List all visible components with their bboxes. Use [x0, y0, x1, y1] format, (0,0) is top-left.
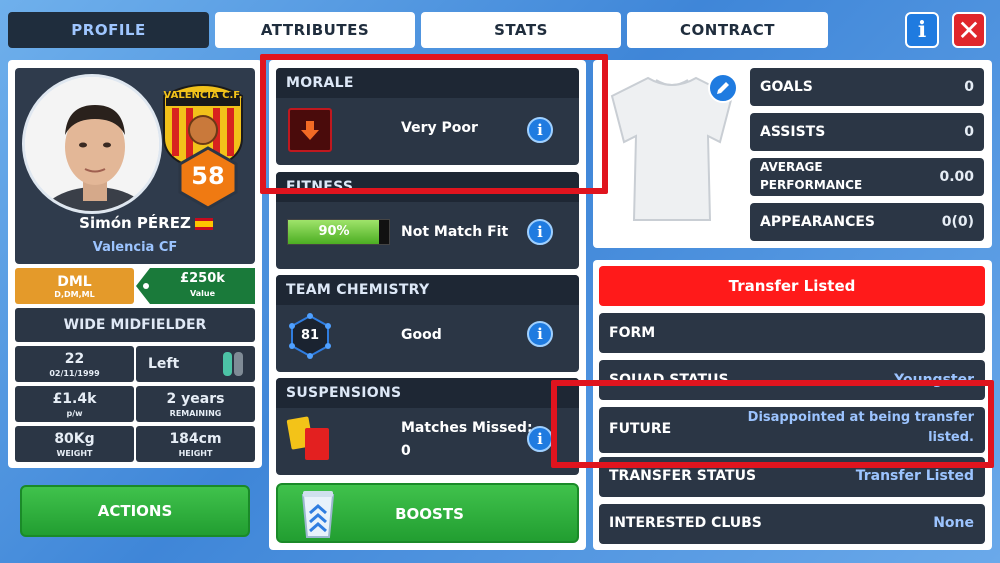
- position-code: DML: [57, 273, 92, 290]
- player-role: WIDE MIDFIELDER: [15, 308, 255, 342]
- highlight-box-morale: [260, 54, 608, 194]
- transfer-listed-banner: Transfer Listed: [599, 266, 985, 306]
- contract-value: 2 years: [166, 390, 225, 407]
- tab-profile[interactable]: PROFILE: [8, 12, 209, 48]
- appearances-label: APPEARANCES: [760, 214, 876, 230]
- highlight-box-future: [551, 380, 994, 468]
- suspensions-info-icon[interactable]: i: [527, 426, 553, 452]
- height-cell: 184cm HEIGHT: [136, 426, 255, 462]
- chemistry-status: Good: [401, 327, 442, 343]
- rating-badge: 58: [176, 146, 240, 210]
- avg-label-1: AVERAGE: [760, 160, 823, 174]
- wage-label: p/w: [66, 408, 83, 418]
- wage-cell: £1.4k p/w: [15, 386, 134, 422]
- position-badge: DML D,DM,ML: [15, 268, 134, 304]
- transfer-status-label: TRANSFER STATUS: [609, 468, 757, 484]
- foot-cell: Left: [136, 346, 255, 382]
- tab-stats[interactable]: STATS: [421, 12, 621, 48]
- position-list: D,DM,ML: [54, 289, 95, 299]
- age-value: 22: [64, 350, 85, 367]
- boosts-label: BOOSTS: [395, 505, 464, 523]
- chemistry-info-icon[interactable]: i: [527, 321, 553, 347]
- chemistry-network-icon: 81: [287, 313, 333, 359]
- avatar: [22, 74, 162, 214]
- weight-cell: 80Kg WEIGHT: [15, 426, 134, 462]
- avg-value: 0.00: [939, 169, 974, 185]
- chemistry-title: TEAM CHEMISTRY: [276, 275, 579, 305]
- close-icon[interactable]: ✕: [952, 12, 986, 48]
- interested-clubs-label: INTERESTED CLUBS: [609, 515, 762, 531]
- fitness-bar: 90%: [287, 219, 390, 245]
- goals-label: GOALS: [760, 79, 813, 95]
- foot-value: Left: [148, 356, 180, 372]
- edit-kit-icon[interactable]: [708, 73, 738, 103]
- goals-value: 0: [964, 79, 974, 95]
- assists-value: 0: [964, 124, 974, 140]
- fitness-percent: 90%: [318, 224, 350, 239]
- matches-missed-value: 0: [401, 443, 411, 459]
- actions-button[interactable]: ACTIONS: [20, 485, 250, 537]
- interested-clubs-value: None: [933, 515, 974, 531]
- weight-value: 80Kg: [54, 430, 95, 447]
- suspensions-title: SUSPENSIONS: [276, 378, 579, 408]
- player-role-text: WIDE MIDFIELDER: [63, 317, 207, 333]
- form-label: FORM: [609, 325, 656, 341]
- height-value: 184cm: [169, 430, 222, 447]
- age-cell: 22 02/11/1999: [15, 346, 134, 382]
- avg-label-2: PERFORMANCE: [760, 178, 863, 192]
- wage-value: £1.4k: [52, 390, 97, 407]
- player-name: Simón PÉREZ: [15, 214, 255, 232]
- appearances-value: 0(0): [941, 214, 974, 230]
- dob-value: 02/11/1999: [49, 368, 100, 378]
- player-club: Valencia CF: [92, 240, 178, 255]
- fitness-status: Not Match Fit: [401, 224, 509, 240]
- contract-cell: 2 years REMAINING: [136, 386, 255, 422]
- weight-label: WEIGHT: [56, 448, 93, 458]
- tab-contract[interactable]: CONTRACT: [627, 12, 828, 48]
- value-amount: £250k: [180, 271, 225, 286]
- assists-label: ASSISTS: [760, 124, 826, 140]
- club-badge-label: VALENCIA C.F.: [163, 90, 243, 101]
- contract-label: REMAINING: [169, 408, 222, 418]
- tab-attributes[interactable]: ATTRIBUTES: [215, 12, 415, 48]
- rating-value: 58: [191, 162, 225, 190]
- boots-icon: [223, 352, 243, 376]
- boosts-button[interactable]: BOOSTS: [276, 483, 579, 543]
- form-row: [599, 313, 985, 353]
- info-icon[interactable]: i: [905, 12, 939, 48]
- value-label: Value: [189, 289, 215, 298]
- height-label: HEIGHT: [178, 448, 213, 458]
- spain-flag-icon: [194, 218, 213, 230]
- fitness-info-icon[interactable]: i: [527, 219, 553, 245]
- value-tag: £250k Value: [136, 268, 255, 304]
- transfer-status-value: Transfer Listed: [855, 468, 974, 484]
- chemistry-value: 81: [300, 328, 320, 343]
- player-name-text: Simón PÉREZ: [79, 214, 191, 232]
- cards-icon: [286, 416, 335, 462]
- matches-missed-label: Matches Missed:: [401, 420, 533, 436]
